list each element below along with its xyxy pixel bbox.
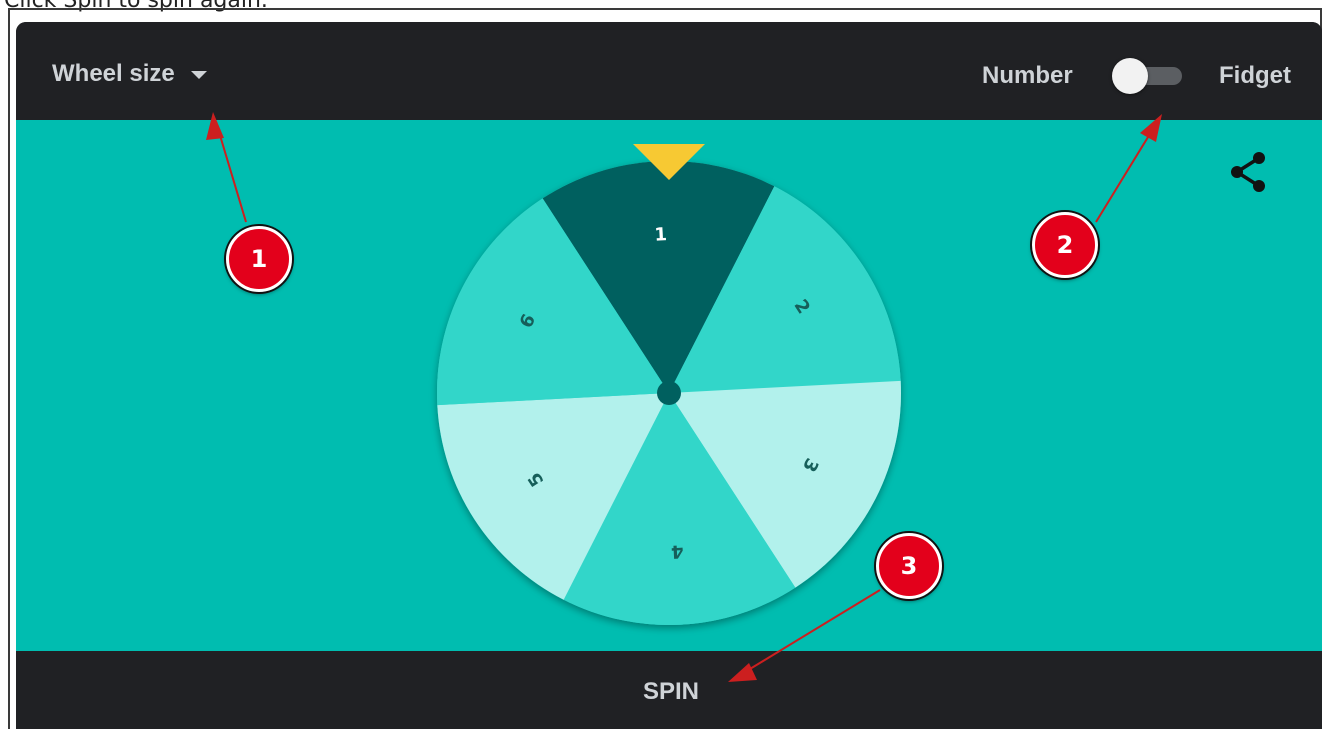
instruction-text: Click Spin to spin again. [4, 0, 268, 13]
toggle-thumb [1112, 58, 1148, 94]
wheel-size-dropdown[interactable]: Wheel size [52, 60, 207, 88]
frame-left-border [8, 8, 10, 729]
mode-fidget-label: Fidget [1219, 62, 1291, 89]
wheel-stage: 123456 [16, 120, 1322, 651]
wheel-size-label: Wheel size [52, 60, 175, 87]
header-bar: Wheel size Number Fidget [16, 22, 1322, 120]
spinner-wheel[interactable]: 123456 [437, 160, 901, 625]
mode-number-label: Number [982, 62, 1073, 89]
wheel-segment-label: 4 [670, 540, 684, 562]
callout-badge-2: 2 [1032, 212, 1098, 278]
callout-badge-1: 1 [226, 226, 292, 292]
share-icon[interactable] [1228, 150, 1268, 194]
spin-button[interactable]: SPIN [606, 669, 736, 715]
frame-top-border [8, 8, 1322, 10]
footer-bar: SPIN [16, 651, 1322, 729]
chevron-down-icon [190, 71, 207, 79]
callout-badge-3: 3 [876, 533, 942, 599]
mode-toggle[interactable] [1112, 58, 1184, 94]
wheel-hub [657, 381, 681, 405]
wheel-canvas: 123456 [437, 144, 901, 625]
spinner-card: Wheel size Number Fidget 123456 SPIN [16, 22, 1322, 729]
wheel-segment-label: 1 [654, 224, 668, 246]
